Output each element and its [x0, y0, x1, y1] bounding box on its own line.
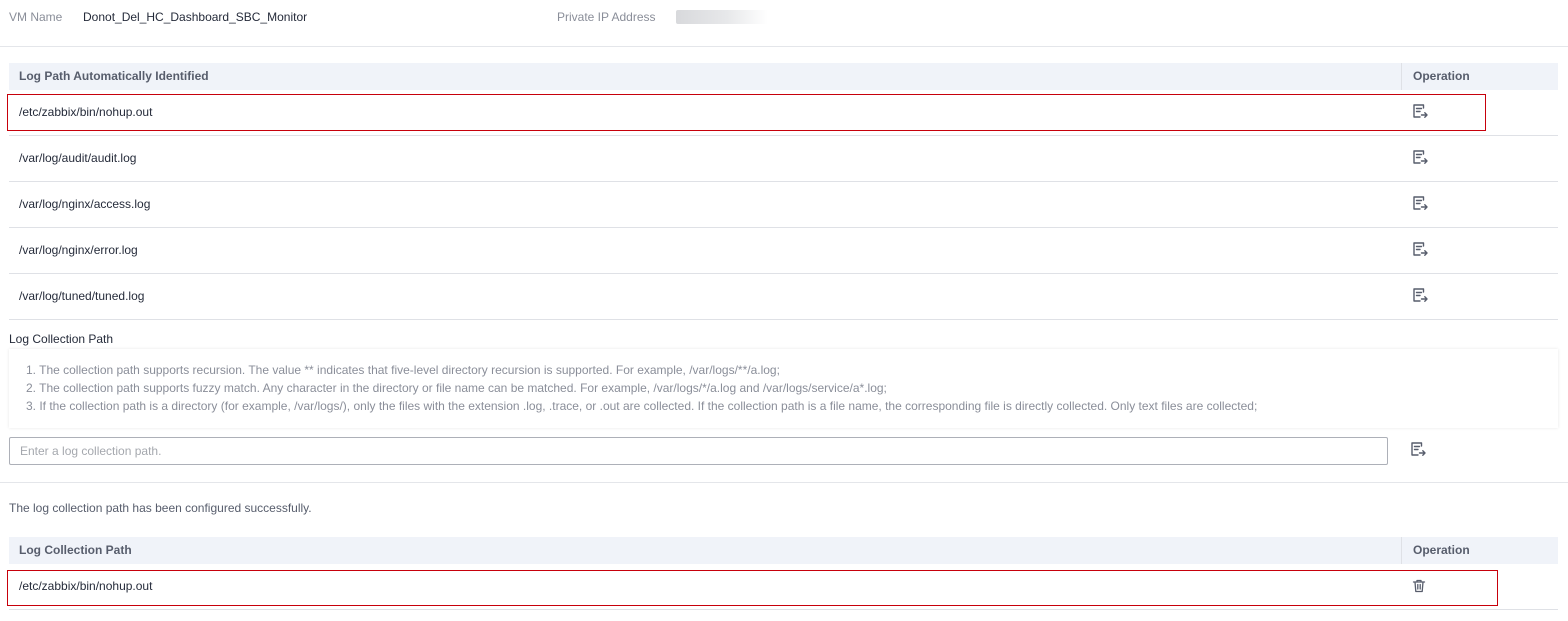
vm-name-label: VM Name: [9, 10, 63, 24]
column-divider: [1401, 63, 1402, 90]
add-to-collection-icon[interactable]: [1411, 148, 1429, 166]
column-header-operation: Operation: [1413, 543, 1470, 557]
table-row: /etc/zabbix/bin/nohup.out: [9, 564, 1558, 610]
private-ip-value-redacted: [676, 10, 768, 24]
table-header: Log Path Automatically Identified Operat…: [9, 63, 1558, 90]
tip-line: 2. The collection path supports fuzzy ma…: [26, 381, 887, 395]
log-collection-path-label: Log Collection Path: [9, 332, 114, 346]
vm-name-value: Donot_Del_HC_Dashboard_SBC_Monitor: [83, 10, 308, 24]
private-ip-label: Private IP Address: [557, 10, 656, 24]
collection-path-tips: 1. The collection path supports recursio…: [9, 349, 1558, 428]
column-header-path: Log Path Automatically Identified: [19, 69, 209, 83]
log-path-cell: /var/log/nginx/error.log: [19, 243, 138, 257]
vm-info-bar: VM Name Donot_Del_HC_Dashboard_SBC_Monit…: [0, 0, 1568, 47]
log-path-cell: /etc/zabbix/bin/nohup.out: [19, 105, 153, 119]
table-row: /var/log/nginx/access.log: [9, 182, 1558, 228]
add-to-collection-icon[interactable]: [1409, 440, 1427, 458]
log-path-cell: /var/log/nginx/access.log: [19, 197, 151, 211]
table-row: /var/log/audit/audit.log: [9, 136, 1558, 182]
table-row: /var/log/tuned/tuned.log: [9, 274, 1558, 320]
log-collection-path-input[interactable]: [9, 437, 1388, 465]
trash-icon[interactable]: [1412, 579, 1426, 593]
tip-line: 3. If the collection path is a directory…: [26, 399, 1258, 413]
collection-path-cell: /etc/zabbix/bin/nohup.out: [19, 579, 153, 593]
add-to-collection-icon[interactable]: [1411, 194, 1429, 212]
configured-collection-paths-table: Log Collection Path Operation /etc/zabbi…: [7, 537, 1558, 610]
column-header-operation: Operation: [1413, 69, 1470, 83]
log-path-cell: /var/log/audit/audit.log: [19, 151, 137, 165]
add-to-collection-icon[interactable]: [1411, 286, 1429, 304]
add-to-collection-icon[interactable]: [1411, 240, 1429, 258]
table-header: Log Collection Path Operation: [9, 537, 1558, 564]
table-row: /var/log/nginx/error.log: [9, 228, 1558, 274]
tip-line: 1. The collection path supports recursio…: [26, 363, 780, 377]
identified-log-paths-table: Log Path Automatically Identified Operat…: [7, 63, 1558, 322]
section-divider: [0, 482, 1568, 483]
success-message: The log collection path has been configu…: [9, 501, 312, 515]
column-header-path: Log Collection Path: [19, 543, 132, 557]
table-row: /etc/zabbix/bin/nohup.out: [9, 90, 1558, 136]
add-to-collection-icon[interactable]: [1411, 102, 1429, 120]
log-path-cell: /var/log/tuned/tuned.log: [19, 289, 145, 303]
column-divider: [1401, 537, 1402, 564]
